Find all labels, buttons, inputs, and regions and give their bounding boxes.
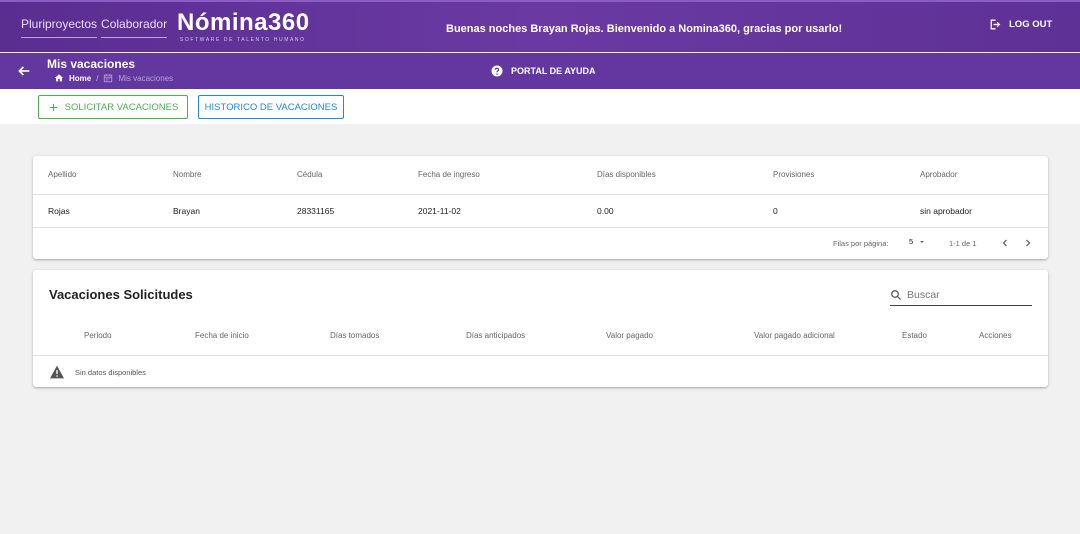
rows-per-page-select[interactable]: 5 (909, 237, 926, 246)
chevron-left-icon[interactable] (999, 237, 1011, 249)
app-logo: Nómina360 SOFTWARE DE TALENTO HUMANO (177, 9, 310, 44)
search-field[interactable] (890, 284, 1032, 306)
action-bar: SOLICITAR VACACIONES HISTORICO DE VACACI… (0, 89, 1080, 124)
company-selector[interactable]: Pluriproyectos Colaborador (21, 17, 168, 38)
employee-summary-card: Apellido Nombre Cédula Fecha de ingreso … (33, 156, 1048, 259)
logout-label: LOG OUT (1009, 19, 1053, 30)
vacation-history-label: HISTORICO DE VACACIONES (204, 101, 338, 113)
calendar-icon (104, 74, 113, 83)
column-header-valor-pagado-adicional[interactable]: Valor pagado adicional (754, 331, 835, 340)
cell-cedula: 28331165 (297, 206, 335, 216)
column-header-acciones[interactable]: Acciones (979, 331, 1011, 340)
greeting-text: Buenas noches Brayan Rojas. Bienvenido a… (446, 23, 843, 35)
logout-button[interactable]: LOG OUT (988, 18, 1052, 31)
cell-aprobador: sin aprobador (920, 206, 972, 216)
caret-down-icon (920, 240, 925, 243)
section-title: Vacaciones Solicitudes (49, 287, 193, 302)
column-header-nombre[interactable]: Nombre (173, 170, 201, 179)
home-icon (54, 74, 64, 82)
help-portal-link[interactable]: PORTAL DE AYUDA (491, 65, 596, 77)
column-header-apellido[interactable]: Apellido (48, 170, 76, 179)
column-header-periodo[interactable]: Periodo (84, 331, 112, 340)
column-header-dias-tomados[interactable]: Días tomados (330, 331, 379, 340)
empty-state: Sin datos disponibles (49, 365, 146, 379)
request-vacation-label: SOLICITAR VACACIONES (64, 101, 179, 113)
help-label: PORTAL DE AYUDA (511, 66, 596, 76)
sub-header: Mis vacaciones Home / Mis vacaciones POR… (0, 53, 1080, 89)
rows-per-page-value: 5 (909, 237, 914, 246)
column-header-aprobador[interactable]: Aprobador (920, 170, 957, 179)
top-header: Pluriproyectos Colaborador Nómina360 SOF… (0, 0, 1080, 52)
divider (33, 355, 1048, 356)
cell-nombre: Brayan (173, 206, 200, 216)
cell-fecha-ingreso: 2021-11-02 (418, 206, 461, 216)
warning-icon (50, 365, 64, 379)
logout-icon (990, 19, 1001, 30)
help-circle-icon (491, 65, 503, 77)
chevron-right-icon[interactable] (1022, 237, 1034, 249)
vacation-requests-card: Vacaciones Solicitudes Periodo Fecha de … (33, 270, 1048, 387)
search-input[interactable] (907, 288, 1017, 301)
breadcrumb-separator: / (96, 73, 99, 83)
column-header-dias-disponibles[interactable]: Días disponibles (597, 170, 656, 179)
arrow-left-icon[interactable] (16, 63, 32, 79)
pagination-range: 1-1 de 1 (949, 239, 977, 248)
divider (33, 194, 1048, 195)
rows-per-page-label: Filas por página: (833, 239, 889, 248)
column-header-fecha-ingreso[interactable]: Fecha de ingreso (418, 170, 480, 179)
logo-name: Nómina360 (177, 9, 310, 36)
request-vacation-button[interactable]: SOLICITAR VACACIONES (38, 95, 188, 119)
breadcrumb: Home / Mis vacaciones (54, 73, 173, 83)
column-header-provisiones[interactable]: Provisiones (773, 170, 814, 179)
column-header-dias-anticipados[interactable]: Días anticipados (466, 331, 525, 340)
breadcrumb-home[interactable]: Home (69, 74, 91, 83)
column-header-fecha-inicio[interactable]: Fecha de inicio (195, 331, 249, 340)
company-name[interactable]: Pluriproyectos (21, 17, 98, 38)
column-header-valor-pagado[interactable]: Valor pagado (606, 331, 653, 340)
plus-icon (49, 103, 57, 111)
cell-dias-disponibles: 0.00 (597, 206, 614, 216)
empty-state-text: Sin datos disponibles (75, 367, 146, 377)
vacation-history-button[interactable]: HISTORICO DE VACACIONES (198, 95, 344, 119)
column-header-estado[interactable]: Estado (902, 331, 927, 340)
divider (33, 227, 1048, 228)
role-name[interactable]: Colaborador (101, 17, 168, 38)
search-icon (891, 289, 901, 300)
logo-tagline: SOFTWARE DE TALENTO HUMANO (180, 37, 306, 43)
page-title: Mis vacaciones (47, 57, 136, 71)
column-header-cedula[interactable]: Cédula (297, 170, 322, 179)
cell-apellido: Rojas (48, 206, 70, 216)
breadcrumb-current: Mis vacaciones (118, 73, 174, 83)
cell-provisiones: 0 (773, 206, 778, 216)
